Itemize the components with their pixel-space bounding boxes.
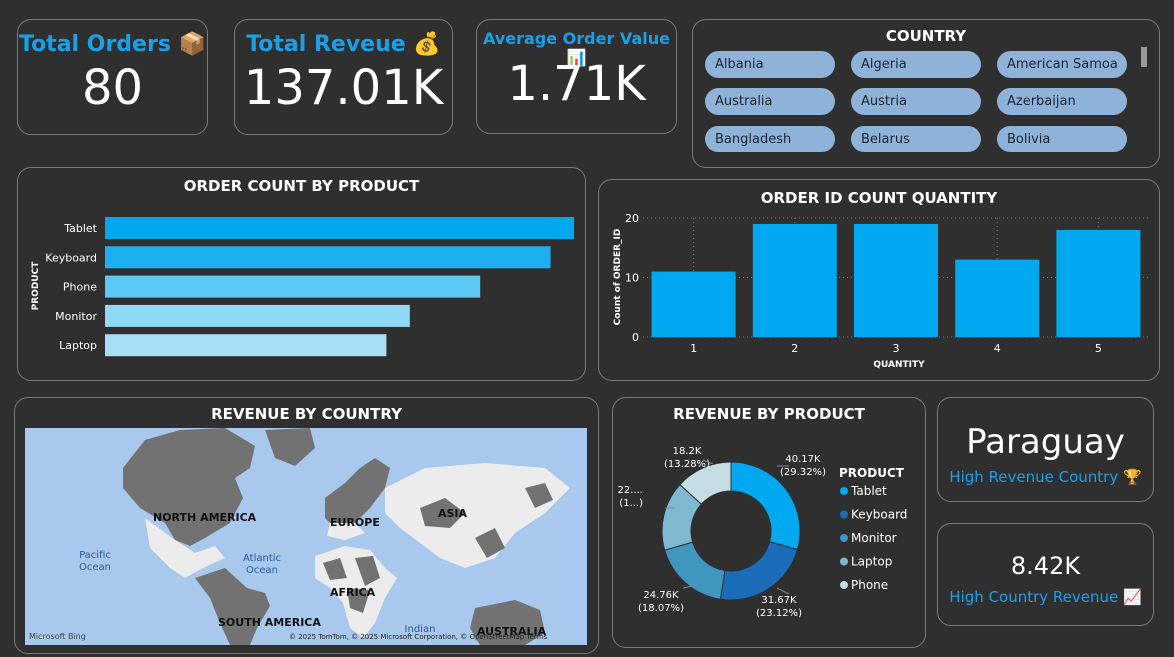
order-count-chart-card: ORDER COUNT BY PRODUCT PRODUCT Tablet Key… [17, 167, 586, 381]
bar[interactable] [651, 271, 736, 337]
north-america-label: NORTH AMERICA [153, 511, 257, 524]
y-axis-label: Count of ORDER_ID [613, 229, 623, 326]
south-america-label: SOUTH AMERICA [218, 616, 321, 629]
y-tick-label: 0 [632, 331, 639, 344]
country-option[interactable]: Austria [851, 88, 981, 115]
africa-label: AFRICA [330, 586, 376, 599]
top-country-card: Paraguay High Revenue Country 🏆 [937, 397, 1154, 502]
pacific-label: Pacific Ocean [79, 550, 111, 573]
country-slicer: COUNTRY Albania Algeria American Samoa A… [692, 19, 1160, 168]
slice-value-label: 22.... [618, 485, 643, 496]
bar[interactable] [105, 275, 481, 298]
box-icon: 📦 [178, 32, 206, 57]
legend-marker [840, 581, 848, 589]
legend-marker [840, 557, 848, 566]
x-tick-label: 2 [791, 342, 798, 355]
country-option[interactable]: Algeria [851, 51, 981, 78]
revenue-donut-chart: 40.17K (29.32%) 31.67K (23.12%) 24.76K (18.07… [618, 446, 908, 619]
money-bag-icon: 💰 [413, 32, 441, 57]
quantity-chart-card: ORDER ID COUNT QUANTITY Count of ORDER_I… [598, 179, 1160, 381]
y-axis-label: PRODUCT [31, 261, 41, 311]
asia-label: ASIA [438, 507, 468, 520]
revenue-map-title: REVENUE BY COUNTRY [211, 405, 402, 423]
x-tick-label: 1 [690, 342, 697, 355]
legend-title: PRODUCT [839, 466, 905, 480]
leader-line [776, 587, 790, 595]
country-option[interactable]: Azerbaijan [997, 88, 1127, 115]
total-revenue-value: 137.01K [243, 60, 444, 116]
revenue-map-card: REVENUE BY COUNTRY NORTH AMERICA EUROPE … [14, 397, 599, 654]
slice-pct-label: (1...) [619, 498, 643, 509]
bar[interactable] [854, 223, 938, 337]
legend-marker [840, 510, 848, 519]
bar[interactable] [105, 304, 410, 327]
legend-marker [840, 487, 848, 495]
bar[interactable] [105, 217, 574, 239]
slice-value-label: 24.76K [643, 590, 679, 601]
europe-label: EUROPE [330, 516, 380, 529]
bing-logo: Microsoft Bing [29, 632, 86, 641]
category-label: Tablet [63, 222, 97, 235]
total-revenue-card: Total Reveue 💰 137.01K [234, 19, 453, 135]
top-revenue-card: 8.42K High Country Revenue 📈 [937, 523, 1154, 626]
total-orders-label: Total Orders 📦 [18, 32, 206, 57]
category-label: Keyboard [45, 251, 97, 264]
donut-slice[interactable] [719, 541, 799, 601]
bar[interactable] [105, 334, 387, 357]
slice-pct-label: (13.28%) [664, 459, 710, 470]
bar[interactable] [955, 259, 1040, 337]
legend-item[interactable]: Monitor [851, 531, 897, 545]
total-orders-value: 80 [81, 60, 144, 116]
bar[interactable] [752, 223, 837, 337]
country-option[interactable]: Bolivia [997, 126, 1127, 152]
map-credits[interactable]: © 2025 TomTom, © 2025 Microsoft Corporat… [289, 633, 547, 641]
avg-order-card: Average Order Value 📊 1.71K [476, 19, 677, 134]
legend-marker [840, 534, 848, 542]
category-label: Monitor [55, 310, 97, 323]
bar[interactable] [1056, 229, 1141, 337]
country-option[interactable]: American Samoa [997, 51, 1127, 78]
country-slicer-title: COUNTRY [885, 27, 967, 45]
bar[interactable] [105, 246, 551, 269]
world-map[interactable]: NORTH AMERICA EUROPE ASIA AFRICA SOUTH A… [25, 428, 587, 645]
slice-pct-label: (29.32%) [780, 467, 826, 478]
total-revenue-label: Total Reveue 💰 [246, 32, 441, 57]
country-option[interactable]: Belarus [851, 126, 981, 152]
legend-item[interactable]: Keyboard [851, 508, 907, 522]
trophy-icon: 🏆 [1123, 468, 1142, 486]
x-tick-label: 5 [1095, 342, 1102, 355]
top-country-label: High Revenue Country 🏆 [949, 468, 1142, 486]
top-revenue-value: 8.42K [1010, 552, 1081, 580]
atlantic-label: Atlantic Ocean [243, 553, 281, 576]
category-label: Laptop [59, 339, 97, 352]
slice-pct-label: (23.12%) [756, 608, 802, 619]
quantity-chart: Count of ORDER_ID QUANTITY 0 10 20 1 2 3 4 5 [613, 212, 1149, 370]
avg-order-value: 1.71K [507, 56, 646, 112]
slice-value-label: 18.2K [673, 446, 702, 457]
chart-up-icon: 📈 [1123, 588, 1142, 606]
top-revenue-label: High Country Revenue 📈 [949, 588, 1142, 606]
x-axis-label: QUANTITY [873, 360, 925, 370]
country-option[interactable]: Bangladesh [705, 126, 835, 152]
slice-value-label: 40.17K [785, 454, 821, 465]
slice-value-label: 31.67K [761, 595, 797, 606]
total-orders-card: Total Orders 📦 80 [17, 19, 208, 135]
y-tick-label: 20 [625, 212, 639, 225]
legend-item[interactable]: Laptop [851, 555, 892, 569]
slicer-scrollbar[interactable] [1141, 47, 1147, 67]
x-tick-label: 4 [994, 342, 1001, 355]
country-option[interactable]: Australia [705, 88, 835, 115]
y-tick-label: 10 [625, 272, 639, 285]
order-count-chart: PRODUCT Tablet Keyboard Phone Monitor Laptop [31, 217, 574, 357]
revenue-product-card: REVENUE BY PRODUCT 40.17K (29.32%) 31.67K(… [612, 397, 926, 648]
legend-item[interactable]: Tablet [850, 484, 887, 498]
top-country-value: Paraguay [966, 422, 1125, 462]
x-tick-label: 3 [893, 342, 900, 355]
category-label: Phone [63, 281, 97, 294]
slice-pct-label: (18.07%) [638, 603, 684, 614]
legend-item[interactable]: Phone [851, 578, 888, 592]
country-option[interactable]: Albania [705, 51, 835, 78]
